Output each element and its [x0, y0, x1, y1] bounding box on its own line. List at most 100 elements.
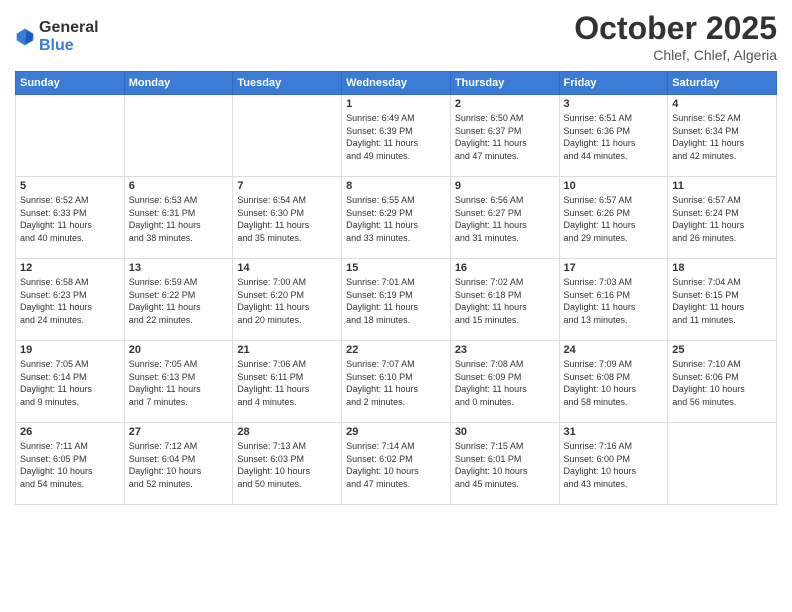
day-number: 29 [346, 426, 446, 438]
day-number: 25 [672, 344, 772, 356]
day-number: 5 [20, 180, 120, 192]
day-info: Sunrise: 7:16 AM Sunset: 6:00 PM Dayligh… [564, 440, 664, 490]
day-number: 7 [237, 180, 337, 192]
weekday-header: Sunday [16, 72, 125, 95]
day-number: 10 [564, 180, 664, 192]
day-info: Sunrise: 7:11 AM Sunset: 6:05 PM Dayligh… [20, 440, 120, 490]
calendar-cell [16, 95, 125, 177]
calendar-cell: 31 Sunrise: 7:16 AM Sunset: 6:00 PM Dayli… [559, 423, 668, 505]
day-info: Sunrise: 7:12 AM Sunset: 6:04 PM Dayligh… [129, 440, 229, 490]
day-number: 1 [346, 98, 446, 110]
day-info: Sunrise: 7:01 AM Sunset: 6:19 PM Dayligh… [346, 276, 446, 326]
day-info: Sunrise: 7:06 AM Sunset: 6:11 PM Dayligh… [237, 358, 337, 408]
location-title: Chlef, Chlef, Algeria [574, 47, 777, 63]
day-number: 8 [346, 180, 446, 192]
calendar-body: 1 Sunrise: 6:49 AM Sunset: 6:39 PM Daylig… [16, 95, 777, 505]
day-number: 9 [455, 180, 555, 192]
calendar-cell: 13Sunrise: 6:59 AM Sunset: 6:22 PM Dayli… [124, 259, 233, 341]
calendar-header: SundayMondayTuesdayWednesdayThursdayFrid… [16, 72, 777, 95]
day-number: 27 [129, 426, 229, 438]
calendar-cell: 12Sunrise: 6:58 AM Sunset: 6:23 PM Dayli… [16, 259, 125, 341]
day-info: Sunrise: 6:55 AM Sunset: 6:29 PM Dayligh… [346, 194, 446, 244]
calendar-cell: 6Sunrise: 6:53 AM Sunset: 6:31 PM Daylig… [124, 177, 233, 259]
day-number: 21 [237, 344, 337, 356]
calendar-cell: 21 Sunrise: 7:06 AM Sunset: 6:11 PM Dayli… [233, 341, 342, 423]
weekday-header: Monday [124, 72, 233, 95]
calendar-cell: 8 Sunrise: 6:55 AM Sunset: 6:29 PM Daylig… [342, 177, 451, 259]
day-info: Sunrise: 7:00 AM Sunset: 6:20 PM Dayligh… [237, 276, 337, 326]
weekday-header: Saturday [668, 72, 777, 95]
day-number: 11 [672, 180, 772, 192]
weekday-header: Thursday [450, 72, 559, 95]
calendar-cell: 18Sunrise: 7:04 AM Sunset: 6:15 PM Dayli… [668, 259, 777, 341]
day-number: 16 [455, 262, 555, 274]
day-info: Sunrise: 7:09 AM Sunset: 6:08 PM Dayligh… [564, 358, 664, 408]
day-number: 14 [237, 262, 337, 274]
calendar-week-row: 19Sunrise: 7:05 AM Sunset: 6:14 PM Dayli… [16, 341, 777, 423]
logo-general: General [39, 19, 99, 36]
day-info: Sunrise: 6:49 AM Sunset: 6:39 PM Dayligh… [346, 112, 446, 162]
calendar-cell: 16 Sunrise: 7:02 AM Sunset: 6:18 PM Dayli… [450, 259, 559, 341]
calendar-cell [668, 423, 777, 505]
calendar-cell: 17Sunrise: 7:03 AM Sunset: 6:16 PM Dayli… [559, 259, 668, 341]
calendar-cell: 3 Sunrise: 6:51 AM Sunset: 6:36 PM Daylig… [559, 95, 668, 177]
weekday-row: SundayMondayTuesdayWednesdayThursdayFrid… [16, 72, 777, 95]
day-info: Sunrise: 7:03 AM Sunset: 6:16 PM Dayligh… [564, 276, 664, 326]
weekday-header: Wednesday [342, 72, 451, 95]
day-number: 31 [564, 426, 664, 438]
header: General Blue October 2025 Chlef, Chlef, … [15, 10, 777, 63]
calendar-cell: 27 Sunrise: 7:12 AM Sunset: 6:04 PM Dayli… [124, 423, 233, 505]
day-info: Sunrise: 6:56 AM Sunset: 6:27 PM Dayligh… [455, 194, 555, 244]
day-number: 22 [346, 344, 446, 356]
day-info: Sunrise: 6:52 AM Sunset: 6:33 PM Dayligh… [20, 194, 120, 244]
day-info: Sunrise: 6:51 AM Sunset: 6:36 PM Dayligh… [564, 112, 664, 162]
month-title: October 2025 [574, 10, 777, 47]
day-info: Sunrise: 6:57 AM Sunset: 6:24 PM Dayligh… [672, 194, 772, 244]
calendar-cell: 1 Sunrise: 6:49 AM Sunset: 6:39 PM Daylig… [342, 95, 451, 177]
logo-text: General Blue [39, 19, 99, 55]
calendar-cell: 4Sunrise: 6:52 AM Sunset: 6:34 PM Daylig… [668, 95, 777, 177]
day-info: Sunrise: 7:05 AM Sunset: 6:14 PM Dayligh… [20, 358, 120, 408]
logo-icon [15, 27, 35, 47]
calendar-cell: 23 Sunrise: 7:08 AM Sunset: 6:09 PM Dayli… [450, 341, 559, 423]
calendar-cell: 24 Sunrise: 7:09 AM Sunset: 6:08 PM Dayli… [559, 341, 668, 423]
day-info: Sunrise: 6:53 AM Sunset: 6:31 PM Dayligh… [129, 194, 229, 244]
calendar-cell: 10Sunrise: 6:57 AM Sunset: 6:26 PM Dayli… [559, 177, 668, 259]
day-info: Sunrise: 7:04 AM Sunset: 6:15 PM Dayligh… [672, 276, 772, 326]
day-number: 24 [564, 344, 664, 356]
weekday-header: Tuesday [233, 72, 342, 95]
calendar-cell: 5 Sunrise: 6:52 AM Sunset: 6:33 PM Daylig… [16, 177, 125, 259]
calendar: SundayMondayTuesdayWednesdayThursdayFrid… [15, 71, 777, 505]
day-number: 23 [455, 344, 555, 356]
calendar-cell [124, 95, 233, 177]
day-number: 30 [455, 426, 555, 438]
calendar-cell: 28Sunrise: 7:13 AM Sunset: 6:03 PM Dayli… [233, 423, 342, 505]
day-info: Sunrise: 6:54 AM Sunset: 6:30 PM Dayligh… [237, 194, 337, 244]
title-block: October 2025 Chlef, Chlef, Algeria [574, 10, 777, 63]
day-number: 12 [20, 262, 120, 274]
day-number: 3 [564, 98, 664, 110]
day-number: 20 [129, 344, 229, 356]
calendar-cell: 19Sunrise: 7:05 AM Sunset: 6:14 PM Dayli… [16, 341, 125, 423]
calendar-cell: 29 Sunrise: 7:14 AM Sunset: 6:02 PM Dayli… [342, 423, 451, 505]
logo: General Blue [15, 19, 99, 55]
calendar-cell: 25Sunrise: 7:10 AM Sunset: 6:06 PM Dayli… [668, 341, 777, 423]
calendar-cell: 9 Sunrise: 6:56 AM Sunset: 6:27 PM Daylig… [450, 177, 559, 259]
page: General Blue October 2025 Chlef, Chlef, … [0, 0, 792, 612]
day-info: Sunrise: 7:14 AM Sunset: 6:02 PM Dayligh… [346, 440, 446, 490]
calendar-cell: 20Sunrise: 7:05 AM Sunset: 6:13 PM Dayli… [124, 341, 233, 423]
day-info: Sunrise: 7:15 AM Sunset: 6:01 PM Dayligh… [455, 440, 555, 490]
calendar-cell [233, 95, 342, 177]
day-info: Sunrise: 6:50 AM Sunset: 6:37 PM Dayligh… [455, 112, 555, 162]
day-info: Sunrise: 7:02 AM Sunset: 6:18 PM Dayligh… [455, 276, 555, 326]
weekday-header: Friday [559, 72, 668, 95]
logo-blue: Blue [39, 37, 74, 54]
calendar-week-row: 26 Sunrise: 7:11 AM Sunset: 6:05 PM Dayli… [16, 423, 777, 505]
calendar-cell: 11 Sunrise: 6:57 AM Sunset: 6:24 PM Dayli… [668, 177, 777, 259]
day-info: Sunrise: 7:08 AM Sunset: 6:09 PM Dayligh… [455, 358, 555, 408]
calendar-cell: 7 Sunrise: 6:54 AM Sunset: 6:30 PM Daylig… [233, 177, 342, 259]
calendar-week-row: 12Sunrise: 6:58 AM Sunset: 6:23 PM Dayli… [16, 259, 777, 341]
day-number: 26 [20, 426, 120, 438]
calendar-week-row: 5 Sunrise: 6:52 AM Sunset: 6:33 PM Daylig… [16, 177, 777, 259]
day-info: Sunrise: 6:52 AM Sunset: 6:34 PM Dayligh… [672, 112, 772, 162]
